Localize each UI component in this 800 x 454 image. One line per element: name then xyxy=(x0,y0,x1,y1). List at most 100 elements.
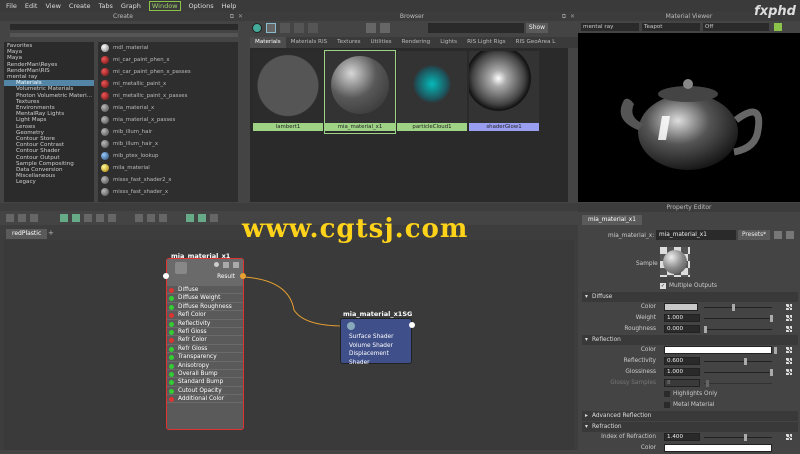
attr-standard-bump[interactable]: Standard Bump xyxy=(167,378,243,387)
value-field[interactable]: 0.000 xyxy=(664,325,700,333)
section-diffuse[interactable]: ▾ Diffuse xyxy=(582,292,798,302)
tool-icon[interactable] xyxy=(84,214,92,222)
list-item[interactable]: misss_fast_shader2_x xyxy=(98,174,238,186)
add-tab-button[interactable]: + xyxy=(48,229,54,237)
input-port[interactable] xyxy=(163,273,169,279)
attr-surface-shader[interactable]: Surface Shader xyxy=(349,333,411,342)
list-item[interactable]: mi_car_paint_phen_x xyxy=(98,54,238,66)
tree-item[interactable]: Photon Volumetric Materi... xyxy=(4,93,94,99)
attr-refr-gloss[interactable]: Refr Gloss xyxy=(167,345,243,354)
attr-volume-shader[interactable]: Volume Shader xyxy=(349,342,411,351)
tree-item[interactable]: Legacy xyxy=(4,179,94,185)
slider-track[interactable] xyxy=(704,318,772,319)
map-icon[interactable] xyxy=(786,315,792,321)
map-icon[interactable] xyxy=(786,358,792,364)
slider-knob[interactable] xyxy=(744,434,747,441)
slider-knob[interactable] xyxy=(770,369,773,376)
tool-icon[interactable] xyxy=(96,214,104,222)
float-icon[interactable]: ⧉ xyxy=(230,12,234,21)
close-icon[interactable]: ✕ xyxy=(570,12,575,21)
value-field[interactable]: 1.400 xyxy=(664,433,700,441)
tool-icon[interactable] xyxy=(186,214,194,222)
map-icon[interactable] xyxy=(786,326,792,332)
pin-icon[interactable] xyxy=(786,231,794,239)
menu-help[interactable]: Help xyxy=(222,2,237,10)
slider-track[interactable] xyxy=(704,383,772,384)
shape-select[interactable]: Teapot xyxy=(642,23,700,31)
node-name-field[interactable]: mia_material_x1 xyxy=(656,230,736,240)
slider-track[interactable] xyxy=(704,372,772,373)
menu-edit[interactable]: Edit xyxy=(25,2,38,10)
tool-icon[interactable] xyxy=(147,214,155,222)
float-icon[interactable]: ⧉ xyxy=(562,12,566,21)
list-item[interactable]: mi_metallic_paint_x_passes xyxy=(98,90,238,102)
menu-create[interactable]: Create xyxy=(69,2,91,10)
slider-knob[interactable] xyxy=(774,347,777,354)
tab-mia-material-x1[interactable]: mia_material_x1 xyxy=(582,215,642,225)
show-button[interactable]: Show xyxy=(526,23,548,33)
env-select[interactable]: Off xyxy=(703,23,769,31)
globe-icon[interactable] xyxy=(252,23,262,33)
attr-additional-color[interactable]: Additional Color xyxy=(167,395,243,404)
tool-icon[interactable] xyxy=(18,214,26,222)
color-swatch[interactable] xyxy=(664,346,772,354)
renderer-select[interactable]: mental ray xyxy=(581,23,639,31)
slider-track[interactable] xyxy=(704,361,772,362)
list-item[interactable]: mi_metallic_paint_x xyxy=(98,78,238,90)
create-divider[interactable] xyxy=(10,33,238,37)
tab-rendering[interactable]: Rendering xyxy=(397,37,436,48)
menu-file[interactable]: File xyxy=(6,2,17,10)
highlights-only-checkbox[interactable] xyxy=(664,391,670,397)
output-port[interactable] xyxy=(409,322,415,328)
attr-overall-bump[interactable]: Overall Bump xyxy=(167,370,243,379)
attr-transparency[interactable]: Transparency xyxy=(167,353,243,362)
slider-knob[interactable] xyxy=(770,315,773,322)
tool-icon[interactable] xyxy=(135,214,143,222)
output-port[interactable] xyxy=(240,273,246,279)
tab-materials[interactable]: Materials xyxy=(250,37,286,48)
attr-refl-gloss[interactable]: Refl Gloss xyxy=(167,328,243,337)
value-field[interactable]: 1.000 xyxy=(664,314,700,322)
attr-refl-color[interactable]: Refl Color xyxy=(167,311,243,320)
menu-view[interactable]: View xyxy=(45,2,60,10)
map-icon[interactable] xyxy=(786,347,792,353)
slider-knob[interactable] xyxy=(732,304,735,311)
list-item[interactable]: mib_ptex_lookup xyxy=(98,150,238,162)
hdr-icon[interactable] xyxy=(380,23,390,33)
swatch-shaderglow1[interactable]: shaderGlow1 xyxy=(469,51,539,133)
filter-icon[interactable] xyxy=(308,23,318,33)
list-item[interactable]: misss_fast_shader_x xyxy=(98,186,238,198)
value-field[interactable]: 8 xyxy=(664,379,700,387)
value-field[interactable]: 1.000 xyxy=(664,368,700,376)
map-icon[interactable] xyxy=(786,304,792,310)
attr-reflectivity[interactable]: Reflectivity xyxy=(167,320,243,328)
tab-ris-light-rigs[interactable]: RIS Light Rigs xyxy=(462,37,511,48)
slider-knob[interactable] xyxy=(706,380,709,387)
browser-search-input[interactable] xyxy=(428,23,524,33)
value-field[interactable]: 0.600 xyxy=(664,357,700,365)
menu-tabs[interactable]: Tabs xyxy=(99,2,113,10)
tool-icon[interactable] xyxy=(72,214,80,222)
swatch-particlecloud1[interactable]: particleCloud1 xyxy=(397,51,467,133)
node-mia-material-x1[interactable]: mia_material_x1 Result Diffuse Diffuse W… xyxy=(166,252,244,430)
attr-cutout-opacity[interactable]: Cutout Opacity xyxy=(167,387,243,396)
section-refraction[interactable]: ▾ Refraction xyxy=(582,422,798,432)
tool-icon[interactable] xyxy=(30,214,38,222)
tab-redplastic[interactable]: redPlastic xyxy=(6,229,48,239)
menu-icon[interactable] xyxy=(233,262,239,268)
sort-icon[interactable] xyxy=(294,23,304,33)
list-item[interactable]: mia_material_x_passes xyxy=(98,114,238,126)
menu-graph[interactable]: Graph xyxy=(121,2,141,10)
expand-icon[interactable] xyxy=(223,262,229,268)
swatch-mia-material-x1[interactable]: mia_material_x1 xyxy=(324,50,396,134)
tool-icon[interactable] xyxy=(210,214,218,222)
attr-diffuse-roughness[interactable]: Diffuse Roughness xyxy=(167,303,243,312)
tab-materials-ris[interactable]: Materials RIS xyxy=(286,37,333,48)
node-mia-material-x1sg[interactable]: mia_material_x1SG Surface Shader Volume … xyxy=(340,310,412,366)
attr-diffuse-weight[interactable]: Diffuse Weight xyxy=(167,294,243,303)
pause-icon[interactable] xyxy=(774,23,782,31)
slider-track[interactable] xyxy=(704,437,772,438)
color-swatch[interactable] xyxy=(664,444,772,452)
attr-diffuse[interactable]: Diffuse xyxy=(167,286,243,295)
map-icon[interactable] xyxy=(786,434,792,440)
